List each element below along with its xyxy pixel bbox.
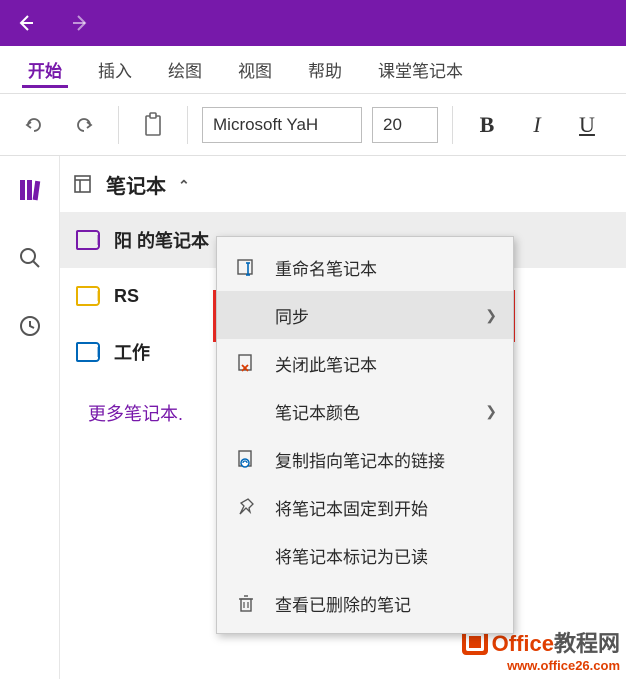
- bold-button[interactable]: B: [467, 105, 507, 145]
- menu-label: 将笔记本标记为已读: [275, 543, 428, 568]
- copy-link-icon: [235, 449, 257, 469]
- menu-pin-to-start[interactable]: 将笔记本固定到开始: [217, 483, 513, 531]
- notebook-icon: [76, 230, 100, 250]
- menu-mark-read[interactable]: 将笔记本标记为已读: [217, 531, 513, 579]
- menu-view-deleted[interactable]: 查看已删除的笔记: [217, 579, 513, 627]
- clipboard-button[interactable]: [133, 105, 173, 145]
- notebook-icon: [76, 286, 100, 306]
- tab-view[interactable]: 视图: [220, 46, 290, 94]
- notebook-label: RS: [114, 286, 139, 307]
- chevron-right-icon: ❯: [485, 307, 497, 324]
- menu-label: 同步: [275, 303, 309, 328]
- notebook-label: 阳 的笔记本: [114, 227, 209, 253]
- tab-class-notebook[interactable]: 课堂笔记本: [360, 46, 481, 94]
- tab-start[interactable]: 开始: [10, 46, 80, 94]
- notebook-header-icon: [72, 173, 94, 195]
- title-bar: [0, 0, 626, 46]
- menu-label: 重命名笔记本: [275, 255, 377, 280]
- menu-label: 将笔记本固定到开始: [275, 495, 428, 520]
- underline-button[interactable]: U: [567, 105, 607, 145]
- notebook-header-label: 笔记本: [106, 170, 166, 199]
- notebook-label: 工作: [114, 339, 150, 365]
- nav-back-button[interactable]: [14, 11, 38, 35]
- menu-label: 查看已删除的笔记: [275, 591, 411, 616]
- menu-label: 关闭此笔记本: [275, 351, 377, 376]
- recent-icon[interactable]: [10, 306, 50, 346]
- chevron-up-icon: ⌄: [178, 176, 190, 193]
- nav-rail: [0, 156, 60, 679]
- tab-help[interactable]: 帮助: [290, 46, 360, 94]
- menu-rename-notebook[interactable]: 重命名笔记本: [217, 243, 513, 291]
- trash-icon: [235, 593, 257, 613]
- italic-button[interactable]: I: [517, 105, 557, 145]
- font-size-input[interactable]: [372, 107, 438, 143]
- watermark-brand2: 教程网: [554, 631, 620, 656]
- menu-copy-link[interactable]: 复制指向笔记本的链接: [217, 435, 513, 483]
- notebook-icon: [76, 342, 100, 362]
- watermark-brand1: Office: [492, 631, 554, 656]
- redo-button[interactable]: [64, 105, 104, 145]
- menu-close-notebook[interactable]: 关闭此笔记本: [217, 339, 513, 387]
- menu-label: 复制指向笔记本的链接: [275, 447, 445, 472]
- search-icon[interactable]: [10, 238, 50, 278]
- pin-icon: [235, 497, 257, 517]
- undo-button[interactable]: [14, 105, 54, 145]
- context-menu: 重命名笔记本 同步 ❯ 关闭此笔记本 笔记本颜色 ❯ 复制指向笔记本的链接 将笔…: [216, 236, 514, 634]
- divider: [187, 106, 188, 144]
- font-name-input[interactable]: [202, 107, 362, 143]
- menu-label: 笔记本颜色: [275, 399, 360, 424]
- tab-insert[interactable]: 插入: [80, 46, 150, 94]
- notebook-header[interactable]: 笔记本 ⌄: [60, 156, 626, 212]
- nav-forward-button[interactable]: [68, 11, 92, 35]
- menu-notebook-color[interactable]: 笔记本颜色 ❯: [217, 387, 513, 435]
- watermark-url: www.office26.com: [462, 658, 620, 673]
- toolbar: B I U: [0, 94, 626, 156]
- tab-draw[interactable]: 绘图: [150, 46, 220, 94]
- rename-icon: [235, 257, 257, 277]
- notebooks-icon[interactable]: [10, 170, 50, 210]
- divider: [452, 106, 453, 144]
- close-notebook-icon: [235, 353, 257, 373]
- divider: [118, 106, 119, 144]
- ribbon-tabs: 开始 插入 绘图 视图 帮助 课堂笔记本: [0, 46, 626, 94]
- menu-sync[interactable]: 同步 ❯: [217, 291, 513, 339]
- chevron-right-icon: ❯: [485, 403, 497, 420]
